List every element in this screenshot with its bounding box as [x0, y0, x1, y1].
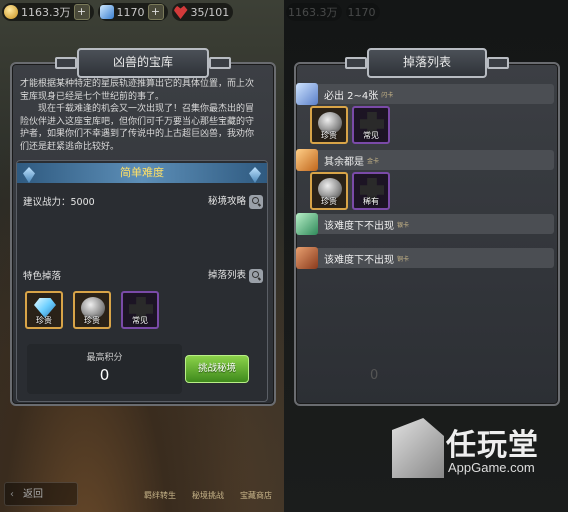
- background-score: 0: [370, 368, 379, 383]
- drop-group-1: 必出 2~4张 闪卡: [296, 83, 554, 105]
- high-score-box: 最高积分 0: [27, 344, 182, 394]
- gem-value: 1170: [116, 5, 145, 19]
- right-crystal-icon: [249, 167, 261, 183]
- group-tag: 金卡: [367, 157, 380, 165]
- group-title: 其余都是: [324, 156, 364, 168]
- gem-value: 1170: [347, 5, 376, 19]
- add-gem-button[interactable]: +: [147, 4, 164, 20]
- bronze-card-icon: [296, 247, 318, 269]
- drop-item-stone[interactable]: 珍贵: [310, 172, 348, 210]
- item-rarity: 珍贵: [321, 131, 337, 140]
- guide-link[interactable]: 秘境攻略: [208, 193, 263, 209]
- featured-drops-label: 特色掉落: [23, 270, 62, 282]
- item-rarity: 稀有: [363, 197, 379, 206]
- group-tag: 闪卡: [381, 91, 394, 99]
- heart-icon: [173, 5, 188, 19]
- group-title: 该难度下不出现: [324, 220, 394, 232]
- item-rarity: 珍贵: [84, 316, 100, 325]
- panel-title: 掉落列表: [344, 48, 510, 78]
- drop-item-puzzle[interactable]: 常见: [121, 291, 159, 329]
- flash-card-icon: [296, 83, 318, 105]
- stamina-counter: 35/101: [171, 3, 234, 21]
- right-screen: 1163.3万 1170 掉落列表 必出 2~4张 闪卡 珍贵 常见 其余都是 …: [284, 0, 568, 512]
- intro-text: 才能根据某种特定的星辰轨迹推算出它的具体位置，而上次宝库现身已经是七个世纪前的事…: [20, 78, 258, 153]
- drop-item-stone[interactable]: 珍贵: [73, 291, 111, 329]
- drop-group-4: 该难度下不出现 铜卡: [296, 247, 554, 269]
- panel-title: 凶兽的宝库: [54, 48, 232, 78]
- item-rarity: 珍贵: [36, 316, 52, 325]
- nav-rebirth[interactable]: 羁绊转生: [140, 490, 180, 501]
- back-arrow-icon: ‹: [10, 489, 14, 500]
- stamina-value: 35/101: [190, 5, 230, 19]
- intro-paragraph-1: 才能根据某种特定的星辰轨迹推算出它的具体位置，而上次宝库现身已经是七个世纪前的事…: [20, 79, 255, 102]
- nav-label: 羁绊转生: [144, 491, 176, 500]
- watermark-cn: 任玩堂: [446, 428, 539, 463]
- guide-label: 秘境攻略: [207, 196, 246, 207]
- drop-item-diamond[interactable]: 珍贵: [25, 291, 63, 329]
- watermark-en: AppGame.com: [448, 460, 535, 475]
- drop-list-label: 掉落列表: [207, 270, 246, 281]
- left-crystal-icon: [23, 167, 35, 183]
- group-title: 必出 2~4张: [324, 90, 379, 102]
- gold-counter: 1163.3万: [286, 3, 342, 21]
- group-tag: 银卡: [397, 221, 410, 229]
- power-row: 建议战力：5000 秘境攻略: [23, 193, 263, 209]
- gem-icon: [99, 5, 114, 19]
- gold-counter: 1163.3万 +: [2, 3, 94, 21]
- high-score-value: 0: [99, 366, 110, 384]
- drop-item-stone[interactable]: 珍贵: [310, 106, 348, 144]
- nav-shop[interactable]: 宝藏商店: [236, 490, 276, 501]
- nav-challenge[interactable]: 秘境挑战: [188, 490, 228, 501]
- bottom-nav: 羁绊转生 秘境挑战 宝藏商店: [140, 470, 280, 510]
- gold-value: 1163.3万: [21, 6, 71, 19]
- drop-list-link[interactable]: 掉落列表: [208, 267, 263, 283]
- difficulty-label: 简单难度: [120, 166, 164, 179]
- resource-bar: 1163.3万 + 1170 + 35/101: [0, 0, 234, 24]
- search-icon[interactable]: [249, 194, 263, 209]
- back-label: 返回: [23, 489, 43, 500]
- high-score-label: 最高积分: [86, 353, 123, 363]
- gem-counter: 1170 +: [97, 3, 168, 21]
- drop-group-2: 其余都是 金卡: [296, 149, 554, 171]
- gold-card-icon: [296, 149, 318, 171]
- item-rarity: 常见: [132, 316, 148, 325]
- drops-row: 特色掉落 掉落列表: [23, 267, 263, 283]
- nav-label: 宝藏商店: [240, 491, 272, 500]
- difficulty-header: 简单难度: [17, 163, 267, 183]
- search-icon[interactable]: [249, 268, 263, 283]
- item-rarity: 常见: [363, 131, 379, 140]
- item-rarity: 珍贵: [321, 197, 337, 206]
- gold-value: 1163.3万: [288, 6, 338, 19]
- recommended-power: 建议战力：5000: [23, 196, 95, 208]
- resource-bar-dimmed: 1163.3万 1170: [284, 0, 380, 24]
- drop-item-puzzle[interactable]: 常见: [352, 106, 390, 144]
- group-title: 该难度下不出现: [324, 254, 394, 266]
- drop-group-3: 该难度下不出现 银卡: [296, 213, 554, 235]
- left-screen: 1163.3万 + 1170 + 35/101 凶兽的宝库 才能根据某种特定的星…: [0, 0, 284, 512]
- intro-paragraph-2: 现在千载难逢的机会又一次出现了！召集你最杰出的冒险伙伴进入这座宝库吧，但你们可千…: [20, 104, 255, 152]
- drop-item-puzzle[interactable]: 稀有: [352, 172, 390, 210]
- challenge-button[interactable]: 挑战秘境: [185, 355, 249, 383]
- gem-counter: 1170: [345, 3, 380, 21]
- add-gold-button[interactable]: +: [73, 4, 90, 20]
- gold-coin-icon: [4, 5, 18, 19]
- group-tag: 铜卡: [397, 255, 410, 263]
- silver-card-icon: [296, 213, 318, 235]
- nav-label: 秘境挑战: [192, 491, 224, 500]
- watermark-logo-icon: [392, 418, 444, 478]
- difficulty-box: 简单难度 建议战力：5000 秘境攻略 特色掉落 掉落列表 珍贵 珍贵 常见 最…: [16, 160, 268, 402]
- back-button[interactable]: ‹ 返回: [4, 482, 78, 506]
